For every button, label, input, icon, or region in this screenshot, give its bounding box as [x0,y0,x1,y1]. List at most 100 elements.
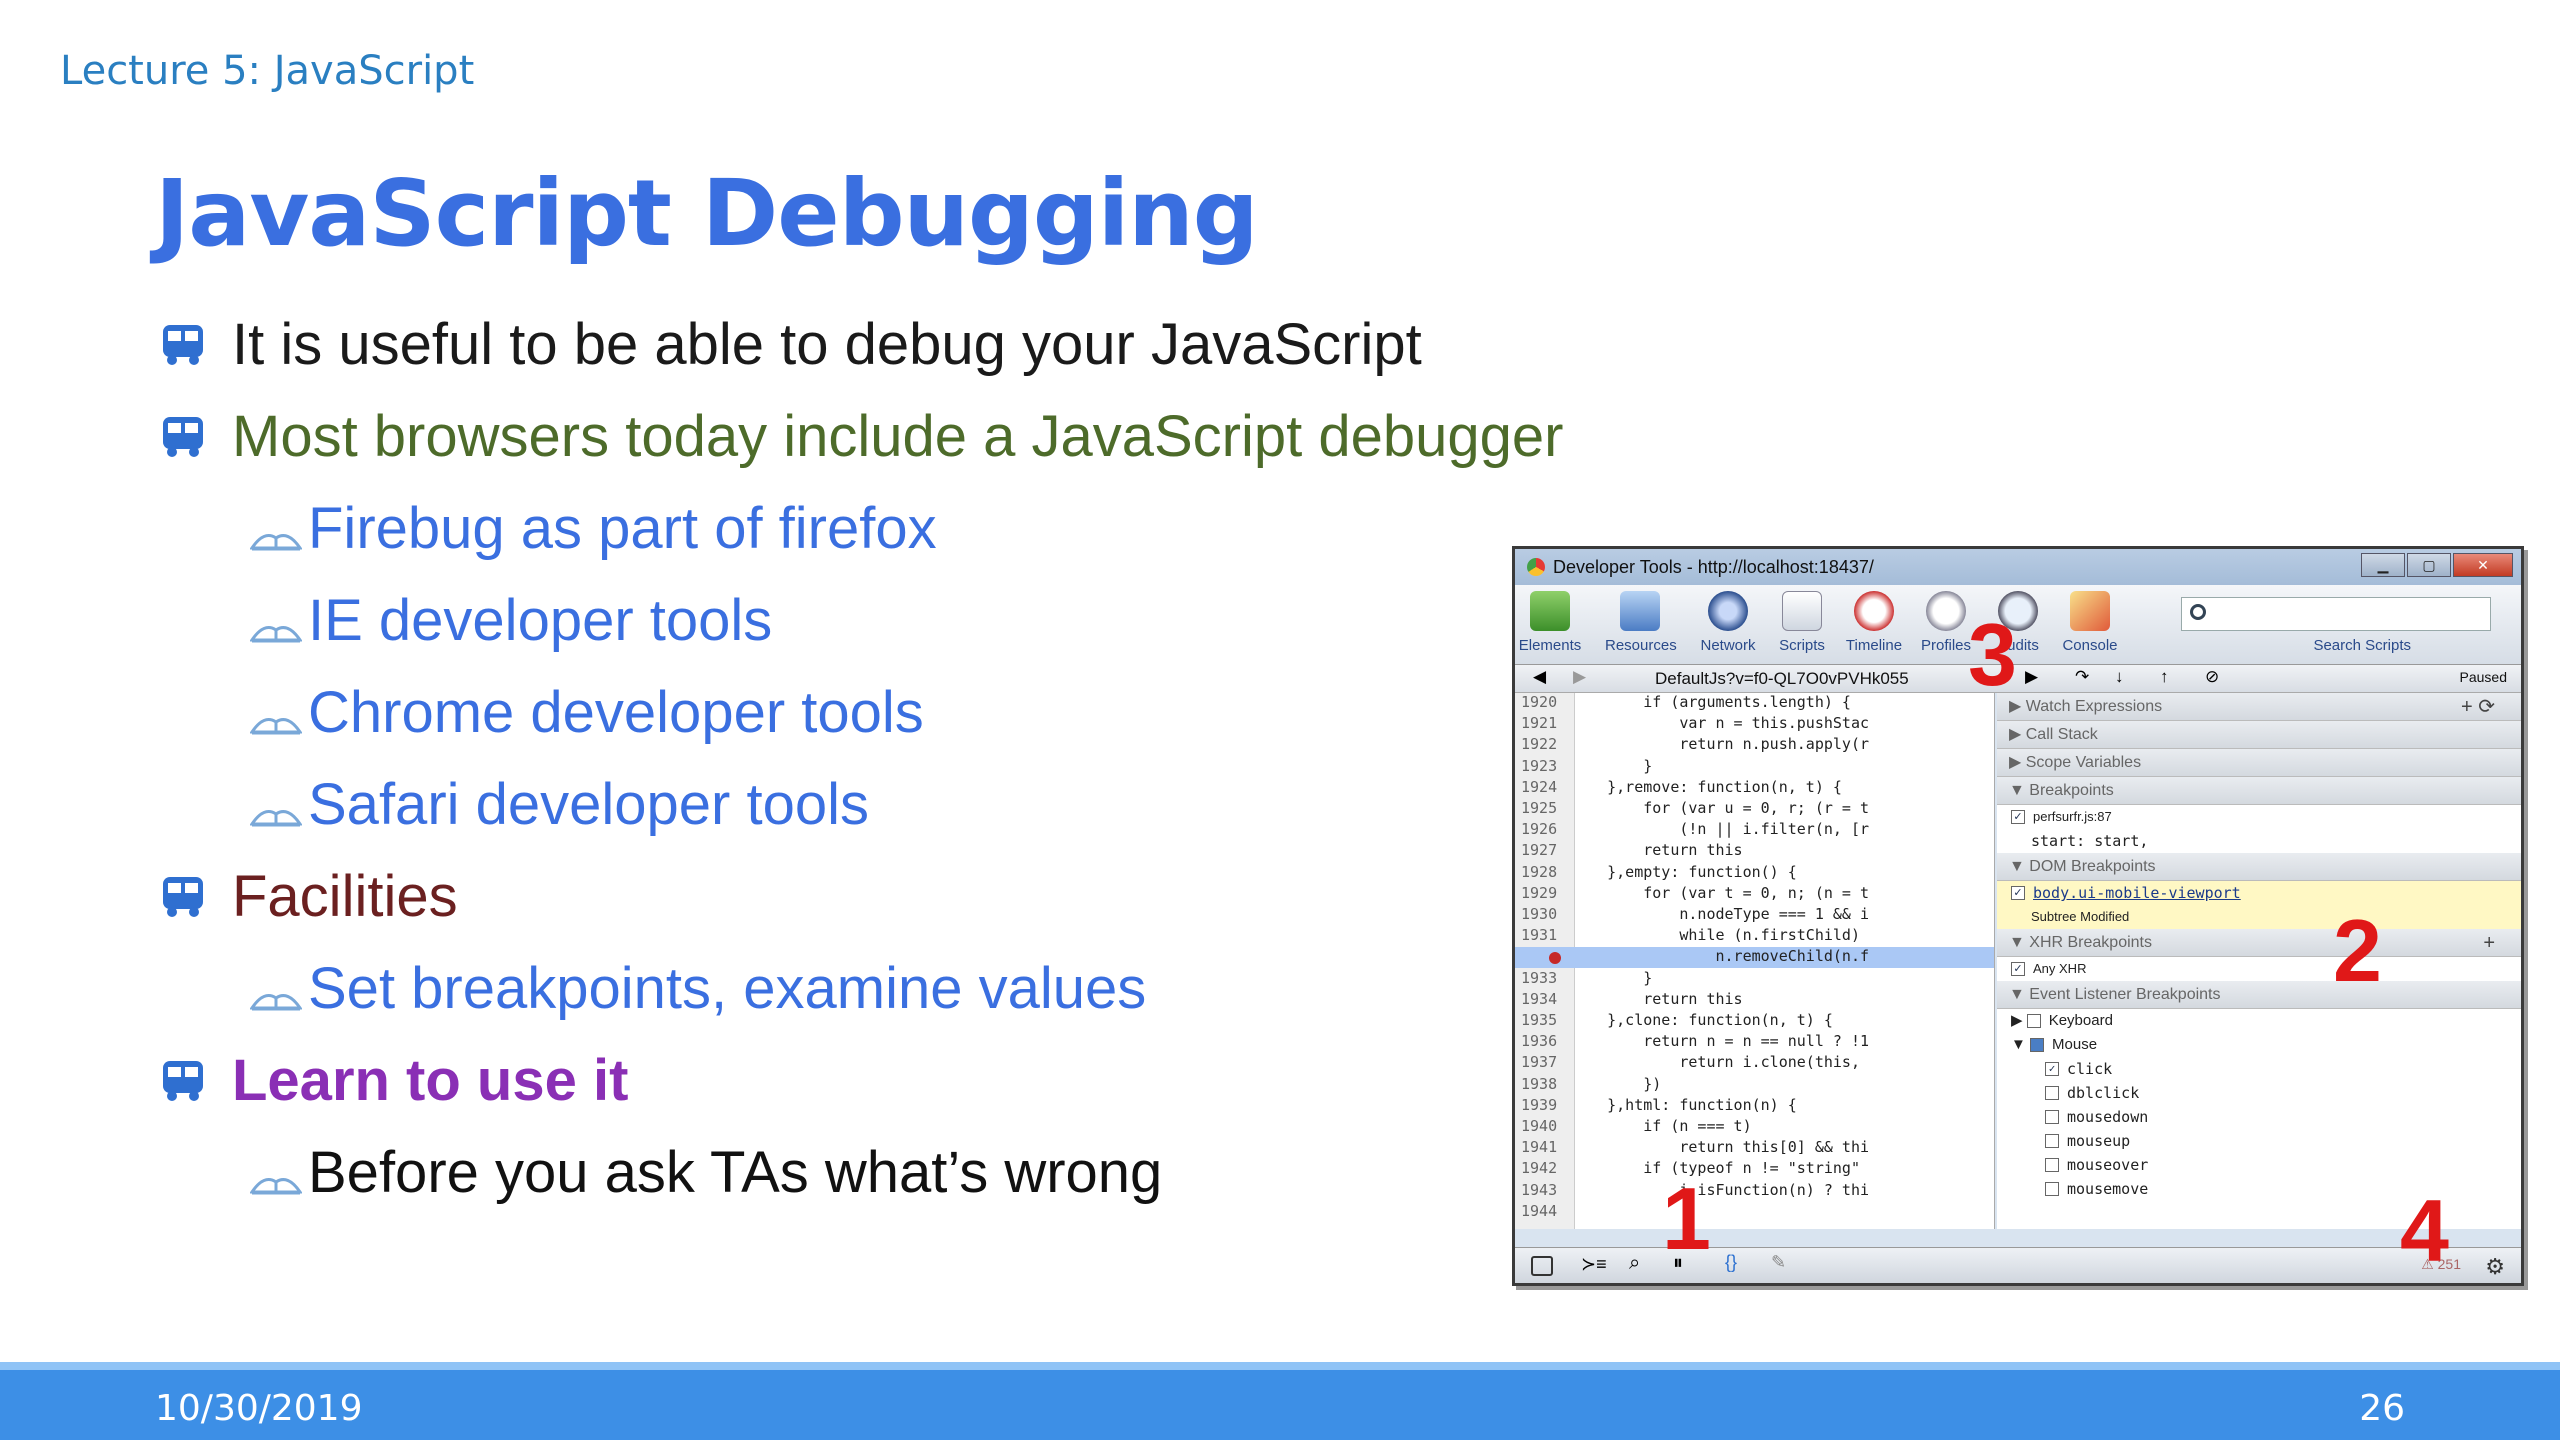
line-number[interactable]: 1927 [1515,841,1571,859]
code-line[interactable]: 1934 return this [1515,990,1994,1011]
step-into-icon[interactable]: ↓ [2115,667,2124,687]
code-line[interactable]: 1922 return n.push.apply(r [1515,735,1994,756]
step-out-icon[interactable]: ↑ [2160,667,2169,687]
dom-breakpoint-item[interactable]: ✓ body.ui-mobile-viewport [1997,881,2521,905]
gear-icon[interactable]: ⚙ [2485,1254,2505,1280]
dom-breakpoint-node[interactable]: body.ui-mobile-viewport [2033,881,2241,905]
close-icon[interactable]: ✕ [2453,553,2513,577]
event-item[interactable]: mousedown [1997,1105,2521,1129]
checkbox[interactable]: ✓ [2011,886,2025,900]
line-number[interactable]: 1933 [1515,969,1571,987]
code-line[interactable]: 1941 return this[0] && thi [1515,1138,1994,1159]
code-line[interactable]: 1937 return i.clone(this, [1515,1053,1994,1074]
line-number[interactable]: 1938 [1515,1075,1571,1093]
code-line[interactable]: 1924 },remove: function(n, t) { [1515,778,1994,799]
code-line[interactable]: 1943 i.isFunction(n) ? thi [1515,1181,1994,1202]
line-number[interactable]: 1931 [1515,926,1571,944]
tool-resources[interactable]: Resources [1605,591,1677,654]
line-number[interactable]: 1923 [1515,757,1571,775]
code-line[interactable]: 1926 (!n || i.filter(n, [r [1515,820,1994,841]
edit-icon[interactable]: ✎ [1771,1252,1786,1273]
line-number[interactable]: 1934 [1515,990,1571,1008]
code-line[interactable]: 1923 } [1515,757,1994,778]
maximize-icon[interactable]: ▢ [2407,553,2451,577]
dom-breakpoints-header[interactable]: ▼ DOM Breakpoints [1997,853,2521,881]
script-file-select[interactable]: DefaultJs?v=f0-QL7O0vPVHk055 [1655,669,1909,689]
line-number[interactable]: 1943 [1515,1181,1571,1199]
line-number[interactable]: 1944 [1515,1202,1571,1220]
code-line[interactable]: 1938 }) [1515,1075,1994,1096]
checkbox[interactable]: ✓ [2011,962,2025,976]
source-code-panel[interactable]: 1920 if (arguments.length) {1921 var n =… [1515,693,1995,1229]
add-icon[interactable]: + [2483,929,2495,957]
code-line[interactable]: n.removeChild(n.f [1515,947,1994,969]
event-item[interactable]: ✓ click [1997,1057,2521,1081]
minimize-icon[interactable]: ▁ [2361,553,2405,577]
code-line[interactable]: 1933 } [1515,969,1994,990]
step-over-icon[interactable]: ↷ [2075,667,2089,687]
code-line[interactable]: 1936 return n = n == null ? !1 [1515,1032,1994,1053]
code-line[interactable]: 1940 if (n === t) [1515,1117,1994,1138]
event-item[interactable]: dblclick [1997,1081,2521,1105]
line-number[interactable]: 1942 [1515,1159,1571,1177]
tool-elements[interactable]: Elements [1515,591,1585,654]
watch-expressions-header[interactable]: ▶ Watch Expressions + ⟳ [1997,693,2521,721]
code-line[interactable]: 1921 var n = this.pushStac [1515,714,1994,735]
checkbox[interactable] [2045,1110,2059,1124]
line-number[interactable]: 1924 [1515,778,1571,796]
line-number[interactable]: 1920 [1515,693,1571,711]
search-icon[interactable]: ⌕ [1629,1252,1640,1275]
tool-timeline[interactable]: Timeline [1839,591,1909,654]
code-line[interactable]: 1935 },clone: function(n, t) { [1515,1011,1994,1032]
checkbox[interactable] [2030,1038,2045,1052]
line-number[interactable]: 1926 [1515,820,1571,838]
add-icon[interactable]: + ⟳ [2461,693,2495,721]
line-number[interactable]: 1937 [1515,1053,1571,1071]
code-line[interactable]: 1929 for (var t = 0, n; (n = t [1515,884,1994,905]
tool-scripts[interactable]: Scripts [1767,591,1837,654]
scope-variables-header[interactable]: ▶ Scope Variables [1997,749,2521,777]
event-listener-breakpoints-header[interactable]: ▼ Event Listener Breakpoints [1997,981,2521,1009]
code-line[interactable]: 1927 return this [1515,841,1994,862]
breakpoint-marker-icon[interactable] [1549,952,1561,965]
pretty-print-icon[interactable]: {} [1725,1252,1737,1273]
checkbox[interactable] [2045,1086,2059,1100]
checkbox[interactable] [2026,1014,2041,1028]
code-line[interactable]: 1925 for (var u = 0, r; (r = t [1515,799,1994,820]
line-number[interactable]: 1935 [1515,1011,1571,1029]
checkbox[interactable] [2045,1158,2059,1172]
breakpoints-header[interactable]: ▼ Breakpoints [1997,777,2521,805]
line-number[interactable]: 1928 [1515,863,1571,881]
back-arrow-icon[interactable]: ◀ [1533,667,1546,687]
line-number[interactable]: 1936 [1515,1032,1571,1050]
line-number[interactable]: 1939 [1515,1096,1571,1114]
tool-network[interactable]: Network [1693,591,1763,654]
resume-icon[interactable]: ▶ [2025,667,2038,687]
line-number[interactable]: 1921 [1515,714,1571,732]
xhr-breakpoints-header[interactable]: ▼ XHR Breakpoints + [1997,929,2521,957]
event-category-keyboard[interactable]: ▶ Keyboard [1997,1009,2521,1033]
console-drawer-icon[interactable]: ≻≡ [1581,1254,1607,1275]
checkbox[interactable] [2045,1182,2059,1196]
tool-console[interactable]: Console [2055,591,2125,654]
line-number[interactable]: 1940 [1515,1117,1571,1135]
breakpoint-item[interactable]: ✓ perfsurfr.js:87 [1997,805,2521,829]
code-line[interactable]: 1939 },html: function(n) { [1515,1096,1994,1117]
xhr-breakpoint-item[interactable]: ✓ Any XHR [1997,957,2521,981]
dock-icon[interactable] [1531,1256,1553,1276]
code-line[interactable]: 1944 [1515,1202,1994,1223]
event-item[interactable]: mouseover [1997,1153,2521,1177]
line-number[interactable]: 1925 [1515,799,1571,817]
deactivate-breakpoints-icon[interactable]: ⊘ [2205,667,2219,687]
line-number[interactable]: 1922 [1515,735,1571,753]
checkbox[interactable]: ✓ [2011,810,2025,824]
call-stack-header[interactable]: ▶ Call Stack [1997,721,2521,749]
code-line[interactable]: 1942 if (typeof n != "string" [1515,1159,1994,1180]
line-number[interactable]: 1930 [1515,905,1571,923]
event-item[interactable]: mouseup [1997,1129,2521,1153]
code-line[interactable]: 1931 while (n.firstChild) [1515,926,1994,947]
checkbox[interactable]: ✓ [2045,1062,2059,1076]
forward-arrow-icon[interactable]: ▶ [1573,667,1586,687]
event-category-mouse[interactable]: ▼ Mouse [1997,1033,2521,1057]
code-line[interactable]: 1920 if (arguments.length) { [1515,693,1994,714]
